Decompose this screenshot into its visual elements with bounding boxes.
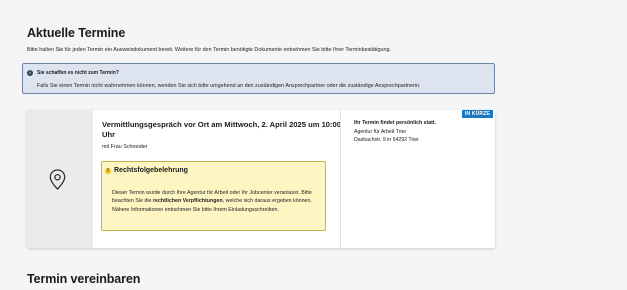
info-title: Sie schaffen es nicht zum Termin? <box>37 70 119 76</box>
appointment-title: Vermittlungsgespräch vor Ort am Mittwoch… <box>102 120 341 139</box>
office-address: Dasbachstr. 9 in 54292 Trier <box>354 137 419 143</box>
page: Aktuelle Termine Bitte halten Sie für je… <box>0 0 627 290</box>
legal-obligations-text: rechtlichen Verpflichtungen <box>152 198 223 205</box>
page-title: Aktuelle Termine <box>27 26 126 40</box>
warning-icon: ! <box>105 168 111 174</box>
appointment-card[interactable]: IN KÜRZE Vermittlungsgespräch vor Ort am… <box>27 110 495 248</box>
status-badge: IN KÜRZE <box>461 110 493 118</box>
info-icon: i <box>27 70 33 76</box>
card-divider <box>340 110 341 248</box>
info-text: Falls Sie einen Termin nicht wahrnehmen … <box>37 83 421 89</box>
legal-notice: ! Rechtsfolgebelehrung Dieser Termin wur… <box>101 161 326 231</box>
legal-title: Rechtsfolgebelehrung <box>114 166 188 174</box>
section-title: Termin vereinbaren <box>27 272 141 286</box>
appointment-contact: mit Frau Schneider <box>102 144 148 150</box>
intro-text: Bitte halten Sie für jeden Termin ein Au… <box>27 47 391 53</box>
appointment-mode: Ihr Termin findet persönlich statt. <box>354 120 437 126</box>
info-notice: i Sie schaffen es nicht zum Termin? Fall… <box>22 63 495 94</box>
legal-text: Dieser Termin wurde durch Ihre Agentur f… <box>112 189 320 214</box>
appointment-card-media <box>27 110 93 248</box>
office-name: Agentur für Arbeit Trier <box>354 129 407 135</box>
map-pin-icon <box>49 169 66 190</box>
